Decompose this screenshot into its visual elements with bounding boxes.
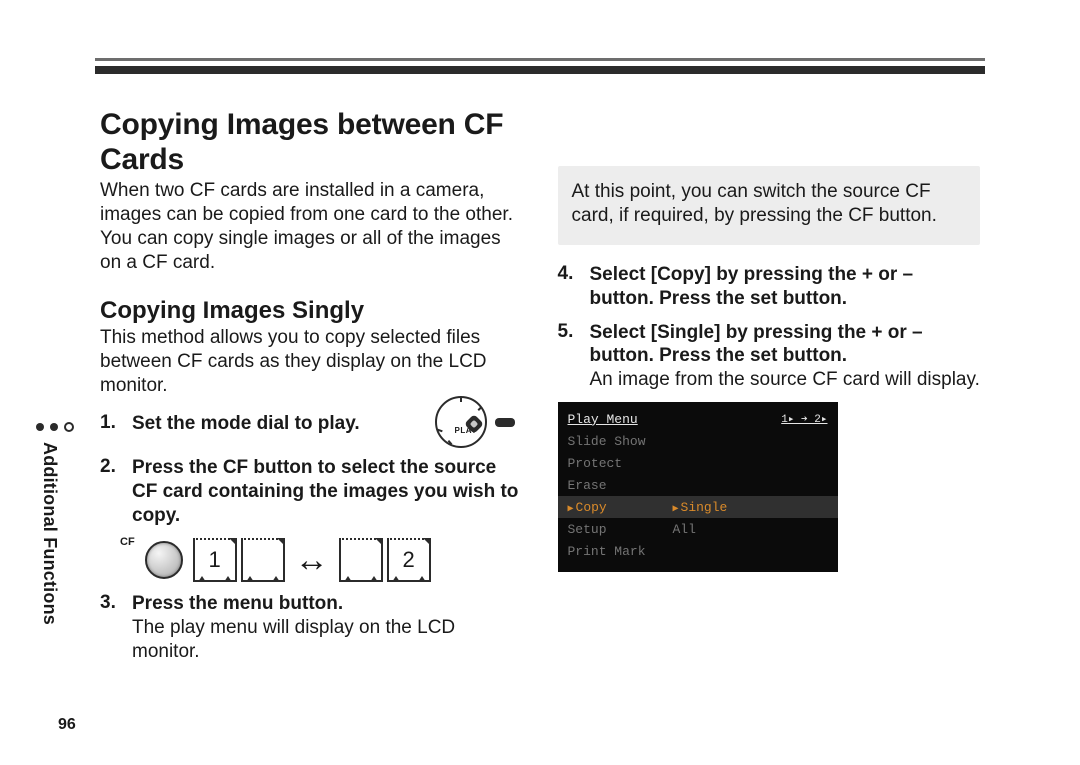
lcd-cell: All xyxy=(673,522,758,537)
step-number: 5. xyxy=(558,321,580,393)
step-text: Select [Copy] by pressing the + or – but… xyxy=(590,264,914,309)
step-4: 4. Select [Copy] by pressing the + or – … xyxy=(558,263,981,311)
page-number: 96 xyxy=(58,716,76,734)
note-box: At this point, you can switch the source… xyxy=(558,166,981,245)
right-column: At this point, you can switch the source… xyxy=(558,108,981,674)
step-number: 3. xyxy=(100,592,122,664)
cf-card-2-icon: 2 xyxy=(387,538,431,582)
dash-icon xyxy=(495,418,515,427)
step-number: 4. xyxy=(558,263,580,311)
step-number: 2. xyxy=(100,456,122,528)
lcd-cell: Single xyxy=(673,500,758,515)
dest-cards-icon: 2 xyxy=(339,538,431,582)
cf-label: CF xyxy=(120,536,135,548)
cf-card-1-icon: 1 xyxy=(193,538,237,582)
lcd-row: Erase xyxy=(558,474,838,496)
lcd-cell: Erase xyxy=(568,478,673,493)
cf-button-icon xyxy=(145,541,183,579)
side-tab-dots xyxy=(35,420,75,434)
lcd-row: Slide Show xyxy=(558,430,838,452)
lcd-row: Print Mark xyxy=(558,540,838,562)
left-column: Copying Images between CF Cards When two… xyxy=(100,108,523,674)
lcd-title: Play Menu xyxy=(568,412,673,427)
lcd-cell: Setup xyxy=(568,522,673,537)
rule-thick xyxy=(95,66,985,74)
lcd-row: Protect xyxy=(558,452,838,474)
step-number: 1. xyxy=(100,412,122,436)
mode-dial-icon: PLAY xyxy=(435,396,487,448)
intro-paragraph-2: This method allows you to copy selected … xyxy=(100,326,523,398)
lcd-cell: Copy xyxy=(568,500,673,515)
swap-arrow-icon: ↔ xyxy=(295,543,329,577)
lcd-cell: Slide Show xyxy=(568,434,673,449)
cf-transfer-figure: CF 1 ↔ xyxy=(120,538,523,582)
lcd-row: SetupAll xyxy=(558,518,838,540)
rule-thin xyxy=(95,58,985,61)
step-text-rest: An image from the source CF card will di… xyxy=(590,369,980,390)
lcd-cell: Print Mark xyxy=(568,544,673,559)
lcd-screenshot: Play Menu 1▸ ➔ 2▸ Slide Show Protect Erase… xyxy=(558,402,838,572)
lcd-menu-rows: Slide ShowProtectEraseCopySingleSetupAll… xyxy=(558,430,838,562)
step-3: 3. Press the menu button. The play menu … xyxy=(100,592,523,664)
heading-1: Copying Images between CF Cards xyxy=(100,108,523,177)
step-text-bold: Select [Single] by pressing the + or – b… xyxy=(590,322,923,367)
content-columns: Copying Images between CF Cards When two… xyxy=(100,108,980,674)
step-text-bold: Press the menu button. xyxy=(132,593,343,614)
lcd-transfer-indicator: 1▸ ➔ 2▸ xyxy=(758,412,828,426)
source-cards-icon: 1 xyxy=(193,538,285,582)
cf-card-blank-icon xyxy=(339,538,383,582)
intro-paragraph-1: When two CF cards are installed in a cam… xyxy=(100,179,523,275)
steps-left: 1. Set the mode dial to play. PLAY 2. Pr… xyxy=(100,412,523,664)
lcd-row-selected: CopySingle xyxy=(558,496,838,518)
step-text: Press the CF button to select the source… xyxy=(132,457,518,526)
step-text: Set the mode dial to play. xyxy=(132,413,360,434)
step-text-rest: The play menu will display on the LCD mo… xyxy=(132,617,455,662)
lcd-cell: Protect xyxy=(568,456,673,471)
side-tab-label: Additional Functions xyxy=(39,442,60,625)
cf-card-blank-icon xyxy=(241,538,285,582)
step-2: 2. Press the CF button to select the sou… xyxy=(100,456,523,528)
heading-2: Copying Images Singly xyxy=(100,297,523,325)
step-5: 5. Select [Single] by pressing the + or … xyxy=(558,321,981,393)
manual-page: Additional Functions 96 Copying Images b… xyxy=(0,0,1080,765)
mode-dial-figure: PLAY xyxy=(435,396,515,456)
lcd-header-row: Play Menu 1▸ ➔ 2▸ xyxy=(558,408,838,430)
